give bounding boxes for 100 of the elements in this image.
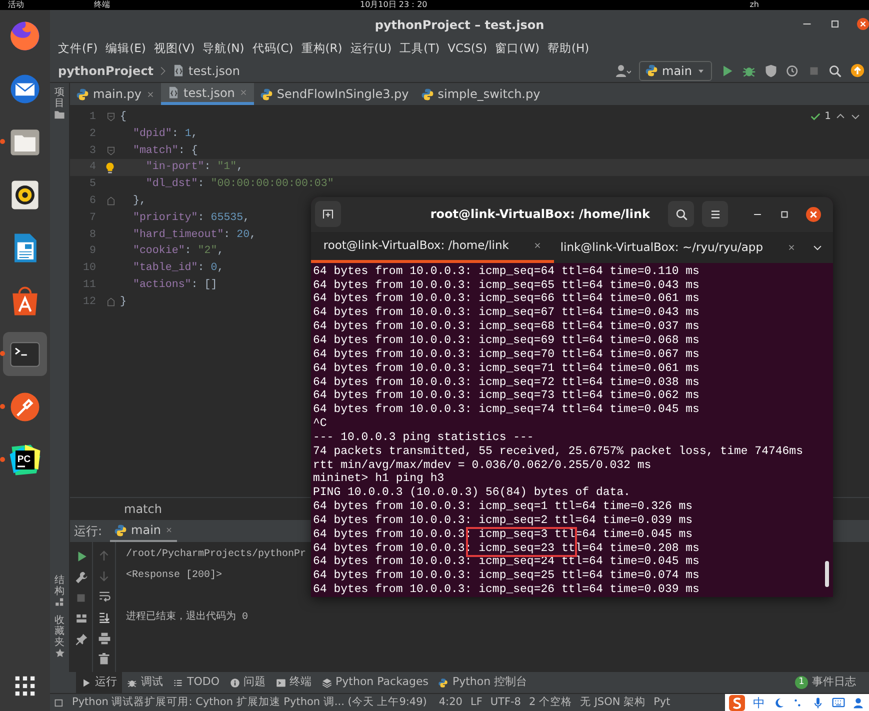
close-icon[interactable] — [806, 206, 821, 222]
tool-window-tab[interactable]: 终端 — [270, 672, 317, 693]
fold-icon[interactable] — [106, 146, 116, 156]
tool-window-label[interactable]: 结构 — [54, 575, 64, 597]
console-output-line: /root/PycharmProjects/pythonPr — [126, 548, 306, 562]
terminal-tab[interactable]: link@link-VirtualBox: ~/ryu/ryu/app — [554, 232, 802, 263]
editor-tab[interactable]: main.py — [70, 83, 161, 105]
line-number: 5 — [88, 177, 96, 192]
tool-window-tab[interactable]: 调试 — [122, 672, 168, 693]
maximize-icon[interactable] — [779, 208, 790, 220]
terminal-line: 64 bytes from 10.0.0.3: icmp_seq=25 ttl=64 time=0.074 ms — [313, 569, 700, 584]
scroll-to-end-icon[interactable] — [98, 611, 110, 624]
tool-window-tab[interactable]: 运行 — [76, 672, 122, 693]
tool-window-tab[interactable]: Python Packages — [316, 672, 434, 693]
star-icon[interactable] — [54, 648, 64, 658]
folder-icon[interactable] — [54, 109, 65, 120]
pin-icon[interactable] — [74, 633, 88, 646]
event-log-button[interactable]: 1 事件日志 — [790, 672, 861, 693]
terminal-line: 64 bytes from 10.0.0.3: icmp_seq=1 ttl=64 time=0.326 ms — [313, 500, 693, 514]
breadcrumb-item[interactable]: test.json — [188, 62, 240, 80]
terminal-tab[interactable]: root@link-VirtualBox: /home/link — [311, 232, 554, 263]
input-method-indicator[interactable]: zh — [750, 0, 759, 10]
activities-button[interactable]: 活动 — [8, 0, 24, 10]
structure-icon[interactable] — [54, 597, 64, 607]
breadcrumb-item[interactable]: pythonProject — [58, 62, 154, 80]
menu-item[interactable]: VCS(S) — [448, 40, 488, 58]
shield-icon[interactable] — [764, 64, 778, 78]
input-method-toolbar[interactable]: 中 — [725, 694, 869, 711]
breadcrumb-item[interactable]: match — [124, 500, 162, 518]
user-icon[interactable] — [853, 696, 865, 708]
python-icon — [420, 88, 434, 100]
fold-icon[interactable] — [106, 112, 116, 122]
maximize-icon[interactable] — [829, 18, 841, 30]
search-icon[interactable] — [828, 64, 842, 78]
menu-button[interactable] — [702, 201, 728, 228]
user-icon[interactable] — [615, 62, 632, 78]
inspection-count[interactable]: 1 — [824, 109, 831, 124]
status-message[interactable]: Python 调试器扩展可用: Cython 扩展加速 Python 调... (今天 上午9:49) — [72, 694, 427, 710]
terminal-line: rtt min/avg/max/mdev = 0.036/0.062/0.255/0.032 ms — [313, 458, 652, 472]
editor-tab[interactable]: simple_switch.py — [414, 83, 546, 105]
menu-item[interactable]: 视图(V) — [154, 40, 195, 58]
search-button[interactable] — [668, 201, 694, 228]
terminal-line: 64 bytes from 10.0.0.3: icmp_seq=64 ttl=64 time=0.110 ms — [313, 264, 700, 279]
moon-icon[interactable] — [773, 696, 785, 708]
code-line: }, — [132, 194, 146, 209]
run-label: 运行: — [74, 523, 102, 540]
close-icon[interactable] — [857, 18, 869, 30]
profile-icon[interactable] — [786, 64, 800, 78]
menu-item[interactable]: 帮助(H) — [547, 40, 590, 58]
panel-toggle-icon[interactable] — [54, 698, 64, 708]
line-number: 9 — [88, 244, 96, 260]
microphone-icon[interactable] — [812, 696, 824, 708]
layout-icon[interactable] — [74, 612, 88, 625]
fold-icon[interactable] — [106, 297, 116, 308]
menu-item[interactable]: 代码(C) — [252, 40, 294, 58]
apps-grid-icon[interactable] — [14, 675, 36, 697]
wrench-icon[interactable] — [74, 571, 88, 584]
trash-icon[interactable] — [98, 653, 110, 665]
python-icon — [260, 88, 273, 100]
menu-item[interactable]: 编辑(E) — [106, 40, 146, 58]
app-menu[interactable]: 终端 — [94, 0, 110, 10]
terminal-line: 64 bytes from 10.0.0.3: icmp_seq=68 ttl=64 time=0.037 ms — [313, 320, 700, 334]
status-item[interactable]: LF — [470, 694, 482, 710]
fold-icon[interactable] — [106, 196, 116, 206]
terminal-line: 64 bytes from 10.0.0.3: icmp_seq=70 ttl=64 time=0.067 ms — [313, 348, 700, 362]
editor-tab[interactable]: SendFlowInSingle3.py — [254, 83, 415, 105]
status-item[interactable]: 2 个空格 — [528, 694, 572, 710]
tool-window-tab[interactable]: 问题 — [224, 672, 271, 693]
menu-item[interactable]: 工具(T) — [400, 40, 440, 58]
menu-item[interactable]: 导航(N) — [202, 40, 244, 58]
terminal-line: 64 bytes from 10.0.0.3: icmp_seq=65 ttl=64 time=0.043 ms — [313, 278, 700, 292]
menu-item[interactable]: 重构(R) — [301, 40, 342, 58]
code-line: "actions": [] — [132, 278, 218, 293]
tool-window-label[interactable]: 项目 — [54, 87, 64, 109]
wrap-icon[interactable] — [98, 590, 110, 603]
status-item[interactable]: UTF-8 — [490, 694, 521, 710]
tool-window-label[interactable]: 收藏夹 — [54, 615, 64, 648]
python-icon — [645, 64, 658, 77]
update-icon[interactable] — [850, 63, 865, 78]
status-item[interactable]: Pyt — [654, 694, 670, 710]
keyboard-icon[interactable] — [832, 696, 845, 709]
line-number: 3 — [88, 144, 96, 159]
editor-tab[interactable]: test.json — [160, 83, 254, 105]
clock-text[interactable]: 10月10日 23：20 — [360, 0, 428, 10]
menu-item[interactable]: 运行(U) — [350, 40, 392, 58]
print-icon[interactable] — [98, 632, 110, 645]
run-config-dropdown[interactable]: main — [639, 60, 712, 80]
menu-item[interactable]: 文件(F) — [58, 40, 98, 58]
terminal-line: 64 bytes from 10.0.0.3: icmp_seq=2 ttl=64 time=0.039 ms — [313, 514, 693, 528]
lightbulb-icon[interactable] — [104, 162, 116, 174]
scrollbar-thumb[interactable] — [825, 561, 829, 587]
json-file-icon — [172, 64, 185, 77]
tool-window-tab[interactable]: TODO — [168, 672, 225, 693]
input-mode[interactable]: 中 — [753, 694, 765, 711]
input-method-logo-icon[interactable] — [729, 694, 745, 710]
status-item[interactable]: 4:20 — [438, 694, 462, 710]
menu-item[interactable]: 窗口(W) — [495, 40, 540, 58]
new-tab-button[interactable] — [315, 201, 341, 228]
tool-window-tab[interactable]: Python 控制台 — [433, 672, 532, 693]
status-item[interactable]: 无 JSON 架构 — [580, 694, 646, 710]
